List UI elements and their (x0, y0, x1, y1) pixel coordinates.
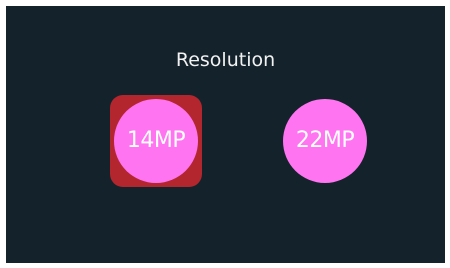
option-14mp-circle: 14MP (114, 99, 198, 183)
resolution-screen: Resolution 14MP 22MP (6, 6, 445, 263)
screen-title: Resolution (175, 49, 276, 71)
option-14mp[interactable]: 14MP (110, 95, 202, 187)
option-22mp-label: 22MP (295, 128, 355, 153)
option-22mp-circle: 22MP (283, 99, 367, 183)
option-14mp-label: 14MP (126, 128, 186, 153)
option-22mp[interactable]: 22MP (279, 95, 371, 187)
